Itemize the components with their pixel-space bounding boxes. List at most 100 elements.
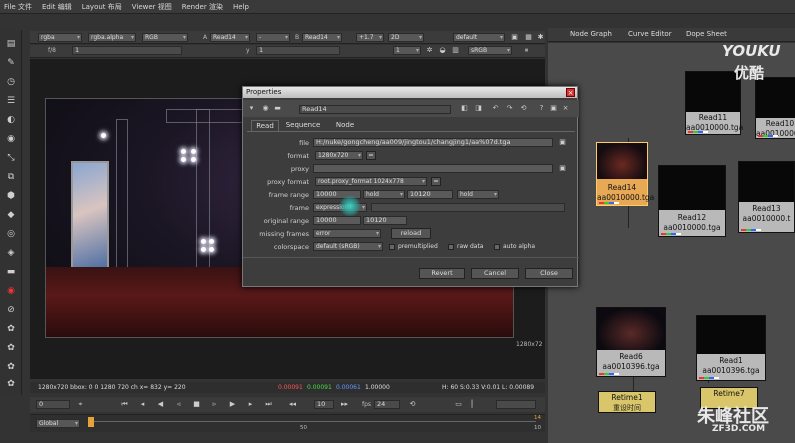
collapse-icon[interactable]: ▾ [247,104,256,113]
color-tool-icon[interactable]: ◐ [4,114,18,125]
menu-layout[interactable]: Layout 布局 [82,2,122,12]
node-read10[interactable]: Read10 aa0010000.t [755,77,795,139]
view-mode-dropdown[interactable]: 2D [388,33,424,42]
tab-read[interactable]: Read [251,120,279,131]
undo-icon[interactable]: ↶ [491,104,500,113]
a-input-dropdown[interactable]: Read14 [210,33,250,42]
format-dropdown[interactable]: 1280x720 [315,151,363,160]
float-panel-icon[interactable]: ▣ [549,104,558,113]
proxy-folder-icon[interactable]: ▣ [558,164,567,173]
3d-tool-icon[interactable]: ◆ [4,209,18,220]
help-icon[interactable]: ? [537,104,546,113]
out-point-field[interactable] [496,400,536,409]
node-name-field[interactable]: Read14 [299,105,451,114]
roi-icon[interactable]: ▦ [524,33,533,42]
after-dropdown[interactable]: hold [457,190,499,199]
pause-icon[interactable]: ⏸ [522,46,531,55]
gamma-field[interactable]: 1 [256,46,340,55]
step-back-icon[interactable]: ◂◂ [288,400,297,409]
raw-data-checkbox[interactable] [448,244,454,250]
settings-icon[interactable]: ✱ [536,33,545,42]
step-forward-icon[interactable]: ▸▸ [340,400,349,409]
plugin-tool-icon[interactable]: ⊘ [4,304,18,315]
lut-dropdown[interactable]: default [453,33,505,42]
frame-range-dropdown[interactable]: Global [36,419,80,428]
proxy-field[interactable] [313,164,553,173]
last-frame-field[interactable]: 10120 [407,190,453,199]
transform-tool-icon[interactable]: ⬢ [4,190,18,201]
menu-render[interactable]: Render 渲染 [182,2,223,12]
node-read12[interactable]: Read12 aa0010000.tga [658,165,726,237]
node-read13[interactable]: Read13 aa0010000.t [738,161,795,233]
furnace-tool-icon[interactable]: ◉ [4,285,18,296]
lock-icon[interactable]: ▣ [510,33,519,42]
proxy-dropdown[interactable]: 1 [393,46,421,55]
node-read11[interactable]: Read11 aa0010000.tga [685,71,743,135]
gizmo3-tool-icon[interactable]: ✿ [4,361,18,372]
proxy-format-dropdown[interactable]: root.proxy_format 1024x778 [315,177,427,186]
flipbook-icon[interactable]: ▭ [454,400,463,409]
close-button[interactable]: Close [525,268,573,279]
before-dropdown[interactable]: hold [363,190,405,199]
properties-title[interactable]: Properties [243,87,577,98]
next-key-icon[interactable]: ▸ [246,400,255,409]
b-input-dropdown[interactable]: Read14 [302,33,342,42]
color-swatch-icon[interactable]: ◧ [460,104,469,113]
original-first-field[interactable]: 10000 [313,216,361,225]
node-read1[interactable]: Read1 aa0010396.tga [696,315,766,381]
frame-expression-field[interactable] [371,203,565,212]
node-graph[interactable]: Read11 aa0010000.tga Read10 aa0010000.t … [548,43,795,443]
play-forward-icon[interactable]: ▶ [228,400,237,409]
tab-curve-editor[interactable]: Curve Editor [628,30,672,38]
histogram-icon[interactable]: ▥ [451,46,460,55]
gain-field[interactable]: 1 [72,46,182,55]
menu-file[interactable]: File 文件 [4,2,32,12]
other-tool-icon[interactable]: ▬ [4,266,18,277]
node-read6[interactable]: Read6 aa0010396.tga [596,307,666,377]
format-edit-button[interactable]: = [366,151,376,160]
fps-field[interactable]: 24 [374,400,400,409]
play-backward-icon[interactable]: ◀ [156,400,165,409]
tab-dope-sheet[interactable]: Dope Sheet [686,30,727,38]
menu-help[interactable]: Help [233,3,249,11]
cancel-button[interactable]: Cancel [471,268,519,279]
views-tool-icon[interactable]: ◎ [4,228,18,239]
alpha-dropdown[interactable]: rgba.alpha [88,33,136,42]
display-dropdown[interactable]: sRGB [468,46,512,55]
proxy-format-edit-button[interactable]: = [431,177,441,186]
menu-viewer[interactable]: Viewer 视图 [132,2,172,12]
first-frame-icon[interactable]: ⏮ [120,400,129,409]
color-swatch2-icon[interactable]: ◨ [474,104,483,113]
prev-key-icon[interactable]: ◂ [138,400,147,409]
premultiplied-checkbox[interactable] [389,244,395,250]
draw-tool-icon[interactable]: ✎ [4,57,18,68]
file-field[interactable]: H:/nuke/gongcheng/aa009/jingtou1/changji… [313,138,553,147]
compare-op-dropdown[interactable]: - [256,33,290,42]
reload-button[interactable]: reload [391,228,431,239]
timeline[interactable]: Global 50 14 10 [30,414,545,432]
last-frame-icon[interactable]: ⏭ [264,400,273,409]
gizmo-tool-icon[interactable]: ✿ [4,323,18,334]
merge-tool-icon[interactable]: ⧉ [4,171,18,182]
next-frame-icon[interactable]: ▹ [210,400,219,409]
float-icon[interactable]: ◉ [261,104,270,113]
channels-dropdown[interactable]: rgba [38,33,82,42]
tab-node-graph[interactable]: Node Graph [570,30,612,38]
node-read14[interactable]: Read14 aa0010000.tga [596,142,654,206]
frame-step-field[interactable]: 10 [314,400,334,409]
gain-dropdown[interactable]: +1.7 [356,33,384,42]
gamut-icon[interactable]: ◒ [438,46,447,55]
node-color-icon[interactable]: ▬ [273,104,282,113]
menu-edit[interactable]: Edit 编辑 [42,2,72,12]
folder-icon[interactable]: ▣ [558,138,567,147]
keyer-tool-icon[interactable]: ⤡ [4,152,18,163]
metadata-tool-icon[interactable]: ◈ [4,247,18,258]
gizmo4-tool-icon[interactable]: ✿ [4,378,18,389]
original-last-field[interactable]: 10120 [363,216,407,225]
redo-icon[interactable]: ↷ [505,104,514,113]
close-panel-icon[interactable]: × [561,104,570,113]
filter-tool-icon[interactable]: ◉ [4,133,18,144]
revert-button[interactable]: Revert [419,268,465,279]
time-tool-icon[interactable]: ◷ [4,76,18,87]
colorspace-dropdown[interactable]: RGB [142,33,188,42]
